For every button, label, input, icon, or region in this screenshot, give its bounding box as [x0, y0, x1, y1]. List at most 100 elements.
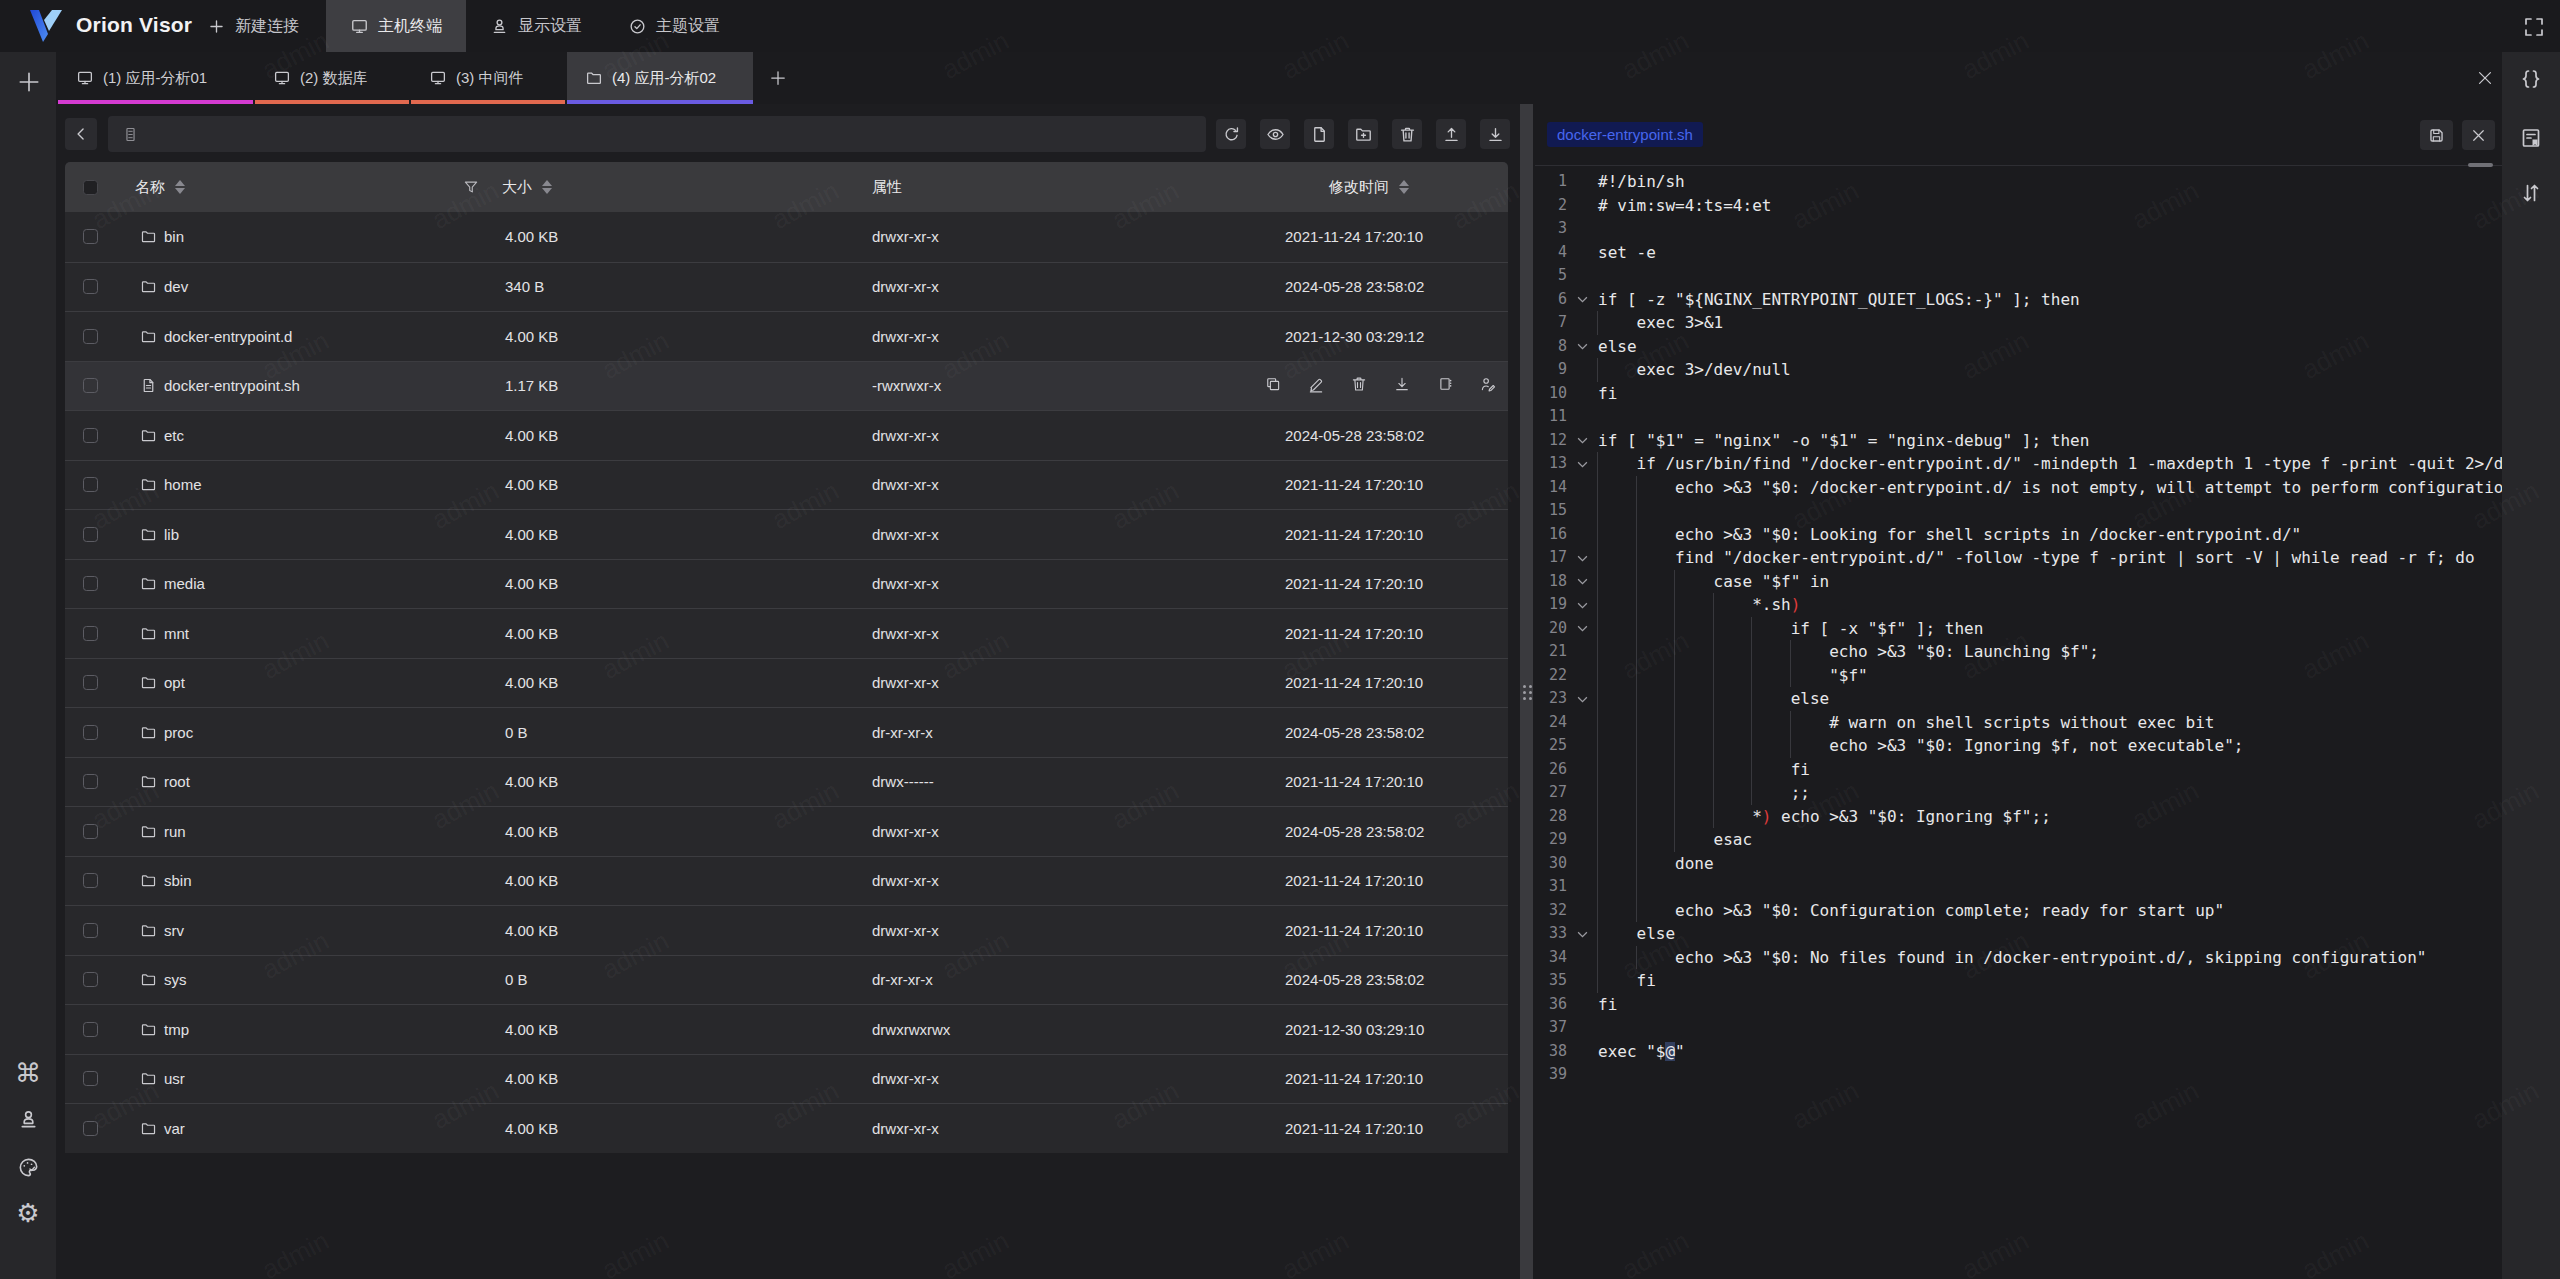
table-row[interactable]: tmp4.00 KBdrwxrwxrwx2021-12-30 03:29:10	[65, 1004, 1508, 1054]
tab-2[interactable]: (2) 数据库	[255, 52, 409, 104]
table-row[interactable]: usr4.00 KBdrwxr-xr-x2021-11-24 17:20:10	[65, 1054, 1508, 1104]
row-checkbox[interactable]	[83, 906, 98, 955]
tab-3[interactable]: (3) 中间件	[411, 52, 565, 104]
fold-chevron-icon[interactable]	[1573, 688, 1591, 710]
menu-item-1[interactable]: 新建连接	[183, 0, 326, 52]
open-file-tag[interactable]: docker-entrypoint.sh	[1547, 122, 1703, 147]
file-name[interactable]: sbin	[164, 857, 192, 906]
row-action-copy[interactable]	[1264, 375, 1282, 396]
file-name[interactable]: srv	[164, 906, 184, 955]
panel-splitter[interactable]	[1520, 104, 1533, 1279]
close-all-tabs-icon[interactable]	[2475, 68, 2495, 88]
row-checkbox[interactable]	[83, 411, 98, 460]
table-row[interactable]: var4.00 KBdrwxr-xr-x2021-11-24 17:20:10	[65, 1103, 1508, 1153]
sort-mtime-icon[interactable]	[1399, 180, 1409, 194]
row-checkbox[interactable]	[83, 1104, 98, 1153]
new-file-button[interactable]	[1304, 119, 1334, 149]
back-button[interactable]	[65, 118, 97, 150]
menu-item-4[interactable]: 主题设置	[604, 0, 744, 52]
fold-chevron-icon[interactable]	[1573, 594, 1591, 616]
row-action-edit[interactable]	[1307, 375, 1325, 396]
column-header-size[interactable]: 大小	[502, 162, 552, 212]
file-name[interactable]: proc	[164, 708, 193, 757]
splitter-handle-icon[interactable]	[1523, 685, 1532, 700]
table-row[interactable]: proc0 Bdr-xr-xr-x2024-05-28 23:58:02	[65, 707, 1508, 757]
fullscreen-icon[interactable]	[2522, 15, 2546, 39]
file-name[interactable]: usr	[164, 1055, 185, 1104]
command-icon[interactable]: ⌘	[15, 1060, 41, 1086]
editor-close-button[interactable]	[2462, 120, 2495, 150]
file-name[interactable]: root	[164, 758, 190, 807]
fold-chevron-icon[interactable]	[1573, 336, 1591, 358]
row-checkbox[interactable]	[83, 857, 98, 906]
row-action-chmod[interactable]	[1479, 375, 1497, 396]
fold-chevron-icon[interactable]	[1573, 430, 1591, 452]
sort-size-icon[interactable]	[542, 180, 552, 194]
row-checkbox[interactable]	[83, 956, 98, 1005]
row-checkbox[interactable]	[83, 263, 98, 312]
table-row[interactable]: dev340 Bdrwxr-xr-x2024-05-28 23:58:02	[65, 262, 1508, 312]
file-name[interactable]: home	[164, 461, 202, 510]
row-action-delete[interactable]	[1350, 375, 1368, 396]
row-checkbox[interactable]	[83, 609, 98, 658]
table-row[interactable]: etc4.00 KBdrwxr-xr-x2024-05-28 23:58:02	[65, 410, 1508, 460]
tab-1[interactable]: (1) 应用-分析01	[58, 52, 253, 104]
menu-item-3[interactable]: 显示设置	[466, 0, 604, 52]
transfer-list-icon[interactable]	[2519, 181, 2543, 205]
file-name[interactable]: docker-entrypoint.sh	[164, 362, 300, 411]
row-checkbox[interactable]	[83, 758, 98, 807]
table-row[interactable]: sbin4.00 KBdrwxr-xr-x2021-11-24 17:20:10	[65, 856, 1508, 906]
sort-name-icon[interactable]	[175, 180, 185, 194]
row-checkbox[interactable]	[83, 1005, 98, 1054]
file-name[interactable]: mnt	[164, 609, 189, 658]
file-name[interactable]: dev	[164, 263, 188, 312]
column-header-mtime[interactable]: 修改时间	[1329, 162, 1409, 212]
row-action-download[interactable]	[1393, 375, 1411, 396]
row-checkbox[interactable]	[83, 362, 98, 411]
theme-icon[interactable]	[17, 1156, 40, 1179]
table-row[interactable]: root4.00 KBdrwx------2021-11-24 17:20:10	[65, 757, 1508, 807]
fold-chevron-icon[interactable]	[1573, 547, 1591, 569]
row-checkbox[interactable]	[83, 708, 98, 757]
preview-button[interactable]	[1260, 119, 1290, 149]
file-name[interactable]: var	[164, 1104, 185, 1153]
table-row[interactable]: srv4.00 KBdrwxr-xr-x2021-11-24 17:20:10	[65, 905, 1508, 955]
table-row[interactable]: media4.00 KBdrwxr-xr-x2021-11-24 17:20:1…	[65, 559, 1508, 609]
file-name[interactable]: run	[164, 807, 186, 856]
table-row[interactable]: sys0 Bdr-xr-xr-x2024-05-28 23:58:02	[65, 955, 1508, 1005]
save-button[interactable]	[2420, 120, 2453, 150]
fold-chevron-icon[interactable]	[1573, 923, 1591, 945]
row-checkbox[interactable]	[83, 1055, 98, 1104]
column-header-name[interactable]: 名称	[135, 162, 185, 212]
table-row[interactable]: mnt4.00 KBdrwxr-xr-x2021-11-24 17:20:10	[65, 608, 1508, 658]
path-input[interactable]	[108, 116, 1206, 152]
file-name[interactable]: docker-entrypoint.d	[164, 312, 292, 361]
fold-chevron-icon[interactable]	[1573, 453, 1591, 475]
file-name[interactable]: etc	[164, 411, 184, 460]
download-button[interactable]	[1480, 119, 1510, 149]
file-name[interactable]: opt	[164, 659, 185, 708]
table-row[interactable]: bin4.00 KBdrwxr-xr-x2021-11-24 17:20:10	[65, 212, 1508, 262]
editor-scrollbar-thumb[interactable]	[2468, 163, 2493, 167]
select-all-checkbox[interactable]	[83, 162, 98, 212]
table-row[interactable]: run4.00 KBdrwxr-xr-x2024-05-28 23:58:02	[65, 806, 1508, 856]
row-checkbox[interactable]	[83, 510, 98, 559]
row-checkbox[interactable]	[83, 807, 98, 856]
new-folder-button[interactable]	[1348, 119, 1378, 149]
fold-chevron-icon[interactable]	[1573, 289, 1591, 311]
refresh-button[interactable]	[1216, 119, 1246, 149]
tab-4[interactable]: (4) 应用-分析02	[567, 52, 753, 104]
file-manager-icon[interactable]	[2519, 126, 2543, 150]
add-tab-icon[interactable]	[768, 68, 788, 88]
file-name[interactable]: tmp	[164, 1005, 189, 1054]
row-checkbox[interactable]	[83, 659, 98, 708]
table-row[interactable]: docker-entrypoint.sh1.17 KB-rwxrwxr-x	[65, 361, 1508, 411]
row-checkbox[interactable]	[83, 560, 98, 609]
fold-chevron-icon[interactable]	[1573, 618, 1591, 640]
file-name[interactable]: lib	[164, 510, 179, 559]
file-name[interactable]: bin	[164, 212, 184, 262]
table-row[interactable]: opt4.00 KBdrwxr-xr-x2021-11-24 17:20:10	[65, 658, 1508, 708]
menu-item-2[interactable]: 主机终端	[326, 0, 466, 52]
row-checkbox[interactable]	[83, 212, 98, 262]
row-checkbox[interactable]	[83, 461, 98, 510]
